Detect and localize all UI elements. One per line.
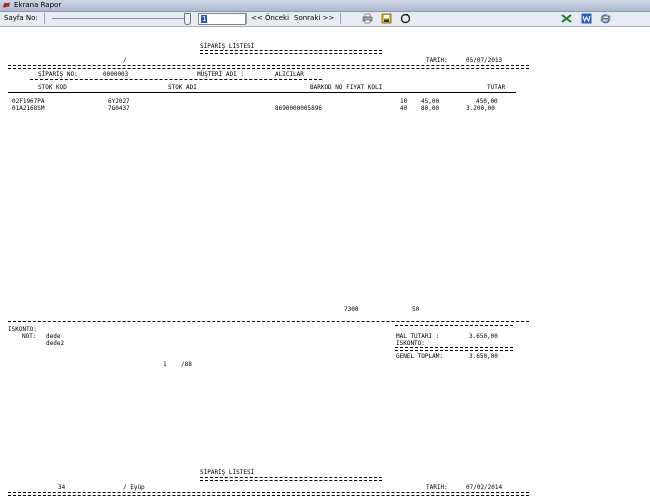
second-left-number: 34 — [58, 484, 66, 491]
row-total: 3.200,00 — [466, 105, 495, 112]
internet-explorer-icon[interactable] — [600, 13, 611, 24]
note-line-1: dede — [46, 333, 61, 340]
page-slider[interactable] — [52, 18, 186, 19]
col-tutar: TUTAR — [487, 84, 506, 91]
note-label: NOT: — [22, 333, 37, 340]
previous-button[interactable]: << Önceki — [251, 13, 289, 24]
printer-icon[interactable] — [362, 13, 373, 24]
iskonto-total-label: ISKONTO: — [396, 340, 425, 347]
note-line-2: dede2 — [46, 340, 65, 347]
footer-divider — [8, 321, 529, 322]
row-price: 80,00 — [421, 105, 440, 112]
row-price: 45,00 — [421, 98, 440, 105]
order-no-label: ŞİPARİŞ NO: — [38, 71, 78, 78]
row-name: 7G0437 — [108, 105, 130, 112]
row-total: 450,00 — [476, 98, 498, 105]
iskonto-label: ISKONTO: — [8, 326, 37, 333]
second-title-underline — [200, 477, 382, 481]
row-code: 01A2168SM — [12, 105, 45, 112]
second-header-divider — [8, 492, 529, 496]
sum-koli: 50 — [412, 306, 420, 313]
title-underline — [200, 50, 382, 54]
report-page: SİPARİŞ LİSTESİ / TARIH: 05/07/2013 ŞİPA… — [0, 27, 650, 500]
date-label: TARIH: — [426, 57, 448, 64]
save-icon[interactable] — [381, 13, 392, 24]
row-koli: 40 — [400, 105, 408, 112]
toolbar: Sayfa No: 1 << Önceki Sonraki >> — [0, 12, 650, 27]
date-value: 05/07/2013 — [466, 57, 503, 64]
row-barcode: 8690000005896 — [275, 105, 322, 112]
refresh-icon[interactable] — [400, 13, 411, 24]
report-title: SİPARİŞ LİSTESİ — [200, 43, 255, 50]
mal-tutari-value: 3.650,00 — [469, 333, 498, 340]
sum-quantity: 7300 — [344, 306, 359, 313]
row-code: 02F1967PA — [12, 98, 45, 105]
second-report-title: SİPARİŞ LİSTESİ — [200, 469, 255, 476]
toolbar-separator — [246, 13, 247, 24]
top-left-mark: / — [123, 57, 127, 64]
page-label: Sayfa No: — [4, 14, 38, 22]
customer-label: MÜŞTERİ ADI : — [197, 71, 244, 78]
totals-top-rule — [395, 325, 513, 326]
title-bar: Ekrana Rapor — [0, 0, 650, 12]
totals-divider — [395, 347, 513, 351]
columns-divider — [8, 92, 516, 93]
window-title: Ekrana Rapor — [14, 1, 62, 9]
col-stok-adi: STOK ADI — [168, 84, 197, 91]
row-koli: 10 — [400, 98, 408, 105]
mal-tutari-label: MAL TUTARI : — [396, 333, 440, 340]
second-date-label: TARIH: — [426, 484, 448, 491]
page-number-input[interactable]: 1 — [198, 13, 246, 25]
header-divider — [8, 65, 529, 69]
genel-toplam-value: 3.650,00 — [469, 353, 498, 360]
row-name: 6Y2027 — [108, 98, 130, 105]
toolbar-separator — [340, 13, 341, 24]
excel-icon[interactable] — [561, 13, 572, 24]
next-button[interactable]: Sonraki >> — [294, 13, 334, 24]
col-stok-kod: STOK KOD — [38, 84, 67, 91]
customer-value: ALICILAR — [275, 71, 304, 78]
customer-underline — [30, 79, 322, 80]
second-date-value: 07/02/2014 — [466, 484, 503, 491]
app-icon — [3, 2, 10, 8]
toolbar-separator — [44, 13, 45, 24]
col-barkod-fiyat-koli: BARKOD NO FIYAT KOLI — [310, 84, 383, 91]
second-left-text: / Eyüp — [123, 484, 145, 491]
word-icon[interactable] — [581, 13, 592, 24]
genel-toplam-label: GENEL TOPLAM: — [396, 353, 443, 360]
order-no-value: 0000003 — [103, 71, 129, 78]
page-info: 1 /88 — [163, 361, 192, 368]
page-slider-thumb[interactable] — [184, 13, 191, 25]
